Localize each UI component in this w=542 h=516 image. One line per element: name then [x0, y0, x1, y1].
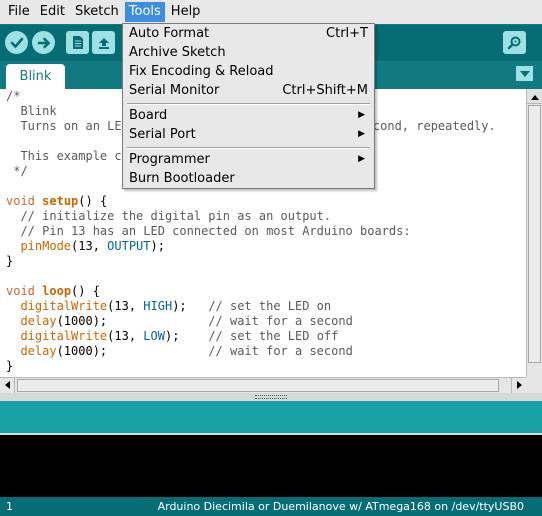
code-line: void loop() { [6, 284, 100, 298]
scroll-thumb[interactable] [17, 379, 499, 392]
arrow-left-icon [4, 378, 10, 393]
menu-item-archive-sketch[interactable]: Archive Sketch [123, 43, 374, 62]
horizontal-scrollbar[interactable] [0, 377, 526, 393]
code-line: // Pin 13 has an LED connected on most A… [6, 224, 411, 238]
tools-menu: Auto Format Ctrl+T Archive Sketch Fix En… [122, 23, 375, 189]
scroll-corner [526, 377, 542, 393]
menu-item-label: Serial Port [129, 127, 196, 142]
code-line: // initialize the digital pin as an outp… [6, 209, 332, 223]
menu-item-burn-bootloader[interactable]: Burn Bootloader [123, 169, 374, 188]
verify-button[interactable] [5, 31, 28, 54]
menu-item-fix-encoding[interactable]: Fix Encoding & Reload [123, 62, 374, 81]
menu-item-label: Board [129, 108, 168, 123]
status-bar: 1 Arduino Diecimila or Duemilanove w/ AT… [0, 497, 542, 516]
menu-bar: File Edit Sketch Tools Help [0, 0, 542, 24]
menu-item-label: Burn Bootloader [129, 171, 235, 186]
code-line: } [6, 359, 14, 373]
menu-item-programmer[interactable]: Programmer ▶ [123, 150, 374, 169]
new-button[interactable] [66, 31, 89, 54]
scroll-up-button[interactable] [527, 89, 542, 104]
menu-item-label: Serial Monitor [129, 83, 220, 98]
code-line-text: Turns on an LED [6, 119, 129, 133]
code-line: } [6, 254, 14, 268]
menu-item-shortcut: Ctrl+Shift+M [282, 83, 368, 98]
tab-blink[interactable]: Blink [6, 64, 65, 89]
menu-item-auto-format[interactable]: Auto Format Ctrl+T [123, 24, 374, 43]
code-line: delay(1000); // wait for a second [20, 314, 353, 328]
menu-separator [127, 147, 370, 149]
scroll-thumb[interactable] [528, 105, 541, 363]
menu-sketch[interactable]: Sketch [71, 2, 123, 22]
upload-icon [37, 36, 51, 50]
serial-monitor-button[interactable] [503, 31, 526, 54]
submenu-arrow-icon: ▶ [358, 110, 365, 120]
split-divider[interactable] [0, 393, 542, 401]
serial-monitor-icon [507, 35, 522, 50]
scroll-right-button[interactable] [511, 378, 526, 393]
new-icon [72, 35, 84, 50]
menu-item-serial-monitor[interactable]: Serial Monitor Ctrl+Shift+M [123, 81, 374, 100]
code-line: void setup() { [6, 194, 108, 208]
menu-help[interactable]: Help [167, 2, 205, 22]
chevron-down-icon [519, 66, 530, 81]
menu-tools[interactable]: Tools [124, 2, 165, 22]
tab-menu-button[interactable] [516, 66, 533, 81]
verify-icon [10, 36, 24, 50]
open-button[interactable] [92, 31, 115, 54]
code-line: digitalWrite(13, HIGH); // set the LED o… [20, 299, 332, 313]
menu-item-serial-port[interactable]: Serial Port ▶ [123, 125, 374, 144]
submenu-arrow-icon: ▶ [358, 154, 365, 164]
arrow-up-icon [530, 89, 539, 104]
menu-edit[interactable]: Edit [36, 2, 69, 22]
board-info: Arduino Diecimila or Duemilanove w/ ATme… [157, 500, 524, 513]
menu-separator [127, 103, 370, 105]
vertical-scrollbar[interactable] [526, 89, 542, 379]
console-output[interactable] [0, 433, 542, 497]
submenu-arrow-icon: ▶ [358, 129, 365, 139]
scroll-left-button[interactable] [0, 378, 15, 393]
menu-item-board[interactable]: Board ▶ [123, 106, 374, 125]
code-line: pinMode(13, OUTPUT); [20, 239, 165, 253]
menu-item-label: Fix Encoding & Reload [129, 64, 274, 79]
arrow-right-icon [516, 378, 522, 393]
line-number: 1 [6, 500, 13, 513]
menu-item-label: Programmer [129, 152, 210, 167]
menu-file[interactable]: File [4, 2, 34, 22]
menu-item-label: Auto Format [129, 26, 210, 41]
menu-item-label: Archive Sketch [129, 45, 226, 60]
open-icon [97, 36, 111, 50]
menu-item-shortcut: Ctrl+T [326, 26, 368, 41]
message-bar [0, 401, 542, 433]
upload-button[interactable] [32, 31, 55, 54]
grip-handle-icon[interactable] [255, 395, 287, 399]
code-line: delay(1000); // wait for a second [20, 344, 353, 358]
code-line: digitalWrite(13, LOW); // set the LED of… [20, 329, 339, 343]
